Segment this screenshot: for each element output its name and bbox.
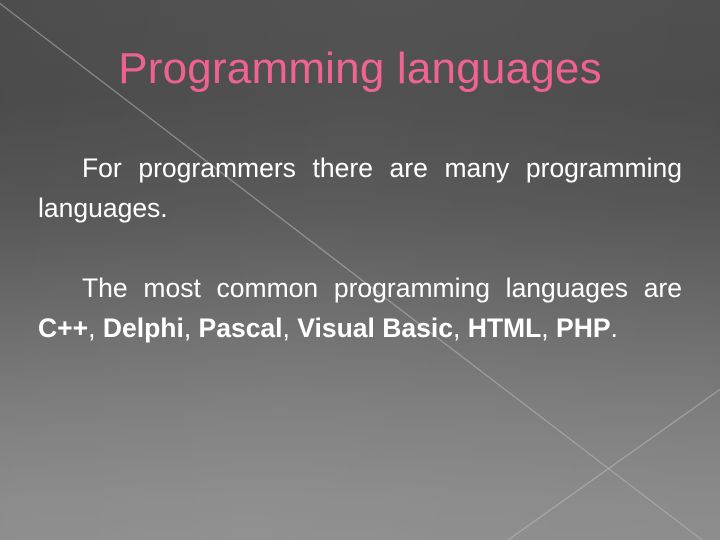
- body-text-run: ,: [541, 313, 557, 343]
- language-name: PHP: [556, 313, 611, 343]
- slide-body: For programmers there are many programmi…: [38, 148, 682, 348]
- slide-title: Programming languages: [118, 44, 602, 93]
- language-name: C++: [38, 313, 89, 343]
- body-paragraph-common-languages: The most common programming languages ar…: [38, 268, 682, 348]
- body-text-run: The most common programming languages ar…: [82, 273, 682, 303]
- language-name: Pascal: [198, 313, 283, 343]
- language-name: Delphi: [102, 313, 184, 343]
- language-name: HTML: [467, 313, 542, 343]
- body-text-run: For programmers there are many programmi…: [38, 153, 682, 223]
- body-text-run: ,: [88, 313, 103, 343]
- body-text-run: ,: [282, 313, 298, 343]
- presentation-slide: Programming languages For programmers th…: [0, 0, 720, 540]
- diagonal-line-secondary: [507, 388, 720, 540]
- language-name: Visual Basic: [297, 313, 453, 343]
- body-text-run: .: [610, 313, 618, 343]
- body-text-run: ,: [452, 313, 468, 343]
- body-paragraph-intro: For programmers there are many programmi…: [38, 148, 682, 228]
- body-text-run: ,: [183, 313, 199, 343]
